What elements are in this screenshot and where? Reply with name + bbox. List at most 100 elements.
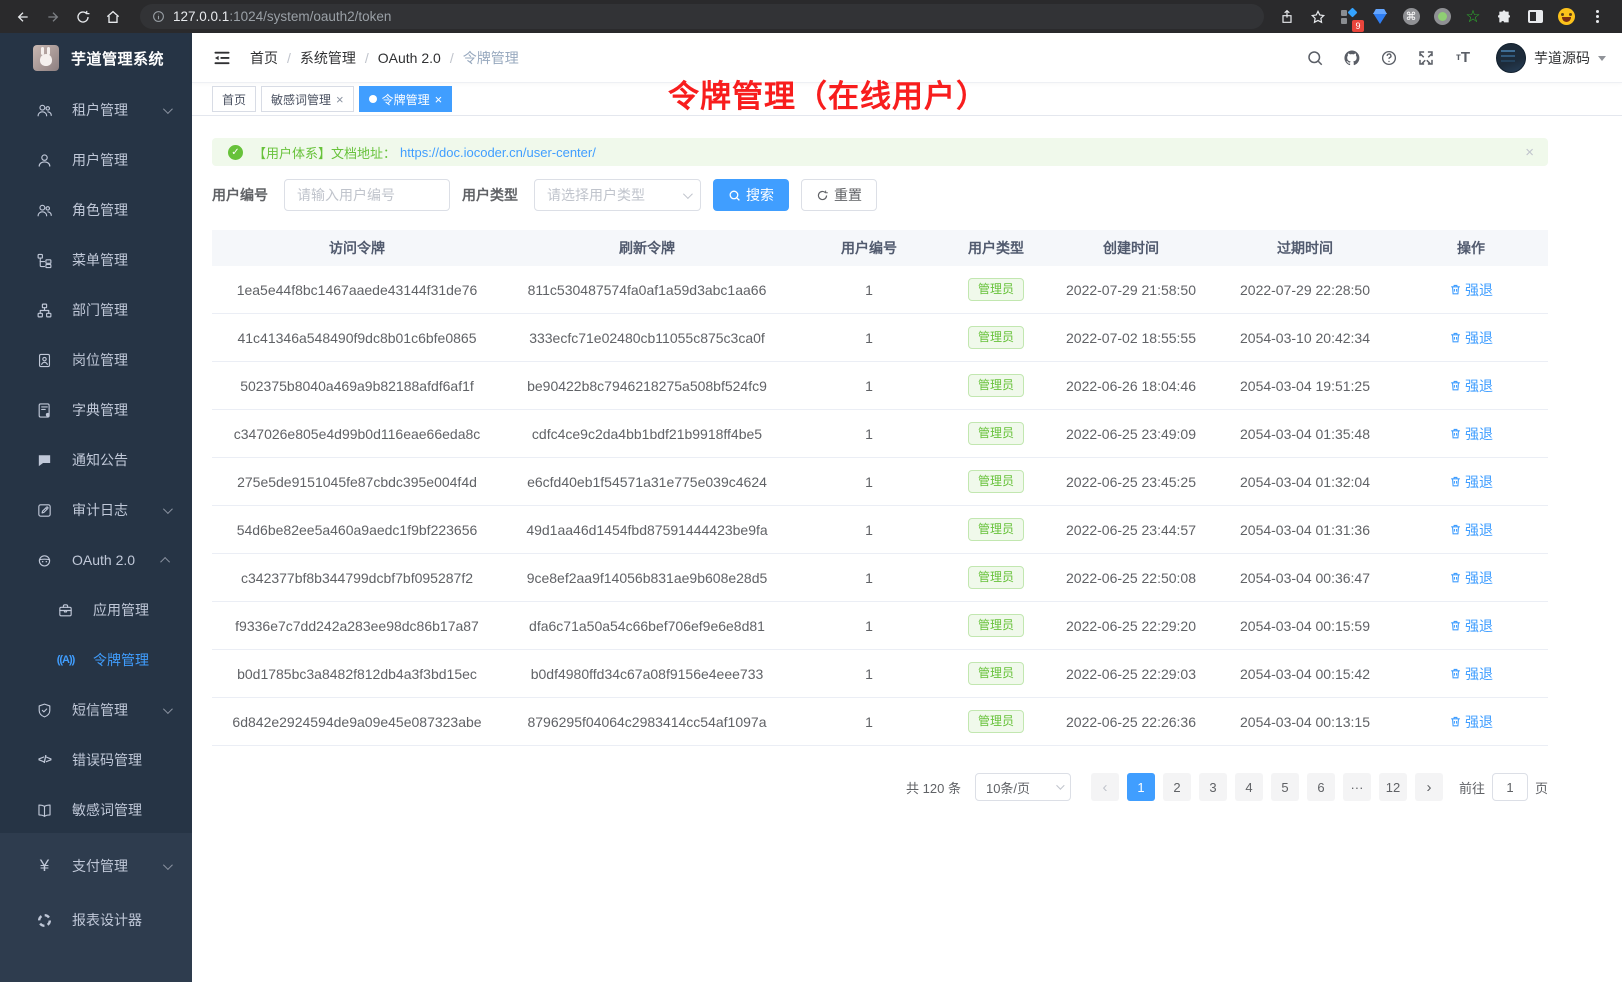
- tab-sensitive-word[interactable]: 敏感词管理×: [261, 86, 354, 112]
- app-logo: [33, 45, 59, 71]
- search-icon[interactable]: [1305, 48, 1325, 68]
- force-logout-button[interactable]: 强退: [1449, 376, 1493, 396]
- user-type-cell: 管理员: [946, 278, 1046, 302]
- sidebar-item-oauth2[interactable]: OAuth 2.0: [0, 535, 192, 585]
- delete-icon: [1449, 379, 1462, 392]
- user-menu[interactable]: 芋道源码: [1496, 43, 1606, 73]
- sidebar-item-error-code[interactable]: </>错误码管理: [0, 735, 192, 785]
- delete-icon: [1449, 475, 1462, 488]
- user-type-select[interactable]: 请选择用户类型: [534, 179, 701, 211]
- breadcrumb-item[interactable]: 系统管理: [300, 48, 356, 68]
- page-3-button[interactable]: 3: [1199, 773, 1227, 801]
- page-more-button[interactable]: ···: [1343, 773, 1371, 801]
- font-size-icon[interactable]: тT: [1453, 48, 1473, 68]
- access-token-cell: c347026e805e4d99b0d116eae66eda8c: [212, 426, 502, 442]
- sidebar-item-label: 错误码管理: [72, 750, 142, 770]
- browser-back-icon[interactable]: [10, 4, 36, 30]
- force-logout-button[interactable]: 强退: [1449, 424, 1493, 444]
- close-alert-icon[interactable]: ×: [1525, 144, 1534, 161]
- search-button[interactable]: 搜索: [713, 179, 789, 211]
- extension-grid-icon[interactable]: 9: [1338, 6, 1360, 28]
- url-path: :1024/system/oauth2/token: [229, 9, 391, 24]
- expire-time-cell: 2054-03-10 20:42:34: [1216, 330, 1394, 346]
- help-icon[interactable]: [1379, 48, 1399, 68]
- user-id-cell: 1: [792, 474, 946, 490]
- page-12-button[interactable]: 12: [1379, 773, 1407, 801]
- sidebar-item-role[interactable]: 角色管理: [0, 185, 192, 235]
- page-5-button[interactable]: 5: [1271, 773, 1299, 801]
- sidebar-item-oauth2-app[interactable]: 应用管理: [0, 585, 192, 635]
- sidebar-item-label: 部门管理: [72, 300, 128, 320]
- reset-button[interactable]: 重置: [801, 179, 877, 211]
- created-time-cell: 2022-06-25 22:50:08: [1046, 570, 1216, 586]
- force-logout-button[interactable]: 强退: [1449, 328, 1493, 348]
- sidebar-toggle-icon[interactable]: [208, 44, 236, 72]
- site-info-icon[interactable]: [152, 10, 165, 23]
- access-token-cell: c342377bf8b344799dcbf7bf095287f2: [212, 570, 502, 586]
- sidebar-item-dict[interactable]: 字典管理: [0, 385, 192, 435]
- browser-menu-icon[interactable]: [1586, 6, 1608, 28]
- profile-avatar-icon[interactable]: [1555, 6, 1577, 28]
- page-size-select[interactable]: 10条/页: [975, 773, 1071, 801]
- page-6-button[interactable]: 6: [1307, 773, 1335, 801]
- force-logout-button[interactable]: 强退: [1449, 472, 1493, 492]
- breadcrumb-item[interactable]: 首页: [250, 48, 278, 68]
- created-time-cell: 2022-06-25 22:29:03: [1046, 666, 1216, 682]
- app-logo-row[interactable]: 芋道管理系统: [0, 33, 192, 83]
- github-icon[interactable]: [1342, 48, 1362, 68]
- user-id-cell: 1: [792, 570, 946, 586]
- sidebar-item-post[interactable]: 岗位管理: [0, 335, 192, 385]
- next-page-button[interactable]: ›: [1415, 773, 1443, 801]
- user-type-badge: 管理员: [968, 374, 1024, 398]
- breadcrumb-item[interactable]: OAuth 2.0: [378, 50, 441, 66]
- delete-icon: [1449, 283, 1462, 296]
- close-tab-icon[interactable]: ×: [435, 93, 443, 106]
- doc-link[interactable]: https://doc.iocoder.cn/user-center/: [400, 145, 596, 160]
- prev-page-button[interactable]: ‹: [1091, 773, 1119, 801]
- force-logout-button[interactable]: 强退: [1449, 280, 1493, 300]
- expire-time-cell: 2054-03-04 01:32:04: [1216, 474, 1394, 490]
- side-panel-icon[interactable]: [1524, 6, 1546, 28]
- sidebar-item-notice[interactable]: 通知公告: [0, 435, 192, 485]
- sidebar-item-oauth2-token[interactable]: ((A))令牌管理: [0, 635, 192, 685]
- page-4-button[interactable]: 4: [1235, 773, 1263, 801]
- sidebar-item-pay[interactable]: ¥支付管理: [0, 839, 192, 893]
- page-1-button[interactable]: 1: [1127, 773, 1155, 801]
- sidebar-item-menu[interactable]: 菜单管理: [0, 235, 192, 285]
- browser-reload-icon[interactable]: [70, 4, 96, 30]
- sidebar-item-audit-log[interactable]: 审计日志: [0, 485, 192, 535]
- force-logout-button[interactable]: 强退: [1449, 616, 1493, 636]
- users-icon: [36, 202, 53, 219]
- sidebar-item-sms[interactable]: 短信管理: [0, 685, 192, 735]
- gem-extension-icon[interactable]: [1369, 6, 1391, 28]
- puzzle-extension-icon[interactable]: [1493, 6, 1515, 28]
- actions-cell: 强退: [1394, 328, 1548, 348]
- address-bar[interactable]: 127.0.0.1:1024/system/oauth2/token: [140, 4, 1264, 29]
- share-icon[interactable]: [1276, 6, 1298, 28]
- close-tab-icon[interactable]: ×: [336, 93, 344, 106]
- sidebar-item-sensitive-word[interactable]: 敏感词管理: [0, 785, 192, 835]
- force-logout-button[interactable]: 强退: [1449, 664, 1493, 684]
- sidebar-item-tenant[interactable]: 租户管理: [0, 85, 192, 135]
- search-icon: [728, 189, 741, 202]
- force-logout-button[interactable]: 强退: [1449, 520, 1493, 540]
- goto-page-input[interactable]: [1492, 773, 1528, 801]
- page-2-button[interactable]: 2: [1163, 773, 1191, 801]
- command-extension-icon[interactable]: ⌘: [1400, 6, 1422, 28]
- tab-oauth2-token[interactable]: 令牌管理×: [359, 86, 453, 112]
- tab-home[interactable]: 首页: [212, 86, 256, 112]
- star-extension-icon[interactable]: ☆: [1462, 6, 1484, 28]
- sidebar-item-user[interactable]: 用户管理: [0, 135, 192, 185]
- browser-forward-icon[interactable]: [40, 4, 66, 30]
- record-extension-icon[interactable]: [1431, 6, 1453, 28]
- user-id-input[interactable]: [284, 179, 450, 211]
- bookmark-star-icon[interactable]: [1307, 6, 1329, 28]
- force-logout-button[interactable]: 强退: [1449, 568, 1493, 588]
- browser-home-icon[interactable]: [100, 4, 126, 30]
- sidebar-item-dept[interactable]: 部门管理: [0, 285, 192, 335]
- user-id-cell: 1: [792, 522, 946, 538]
- fullscreen-icon[interactable]: [1416, 48, 1436, 68]
- sidebar-item-report-designer[interactable]: 报表设计器: [0, 893, 192, 947]
- force-logout-button[interactable]: 强退: [1449, 712, 1493, 732]
- refresh-token-cell: 8796295f04064c2983414cc54af1097a: [502, 714, 792, 730]
